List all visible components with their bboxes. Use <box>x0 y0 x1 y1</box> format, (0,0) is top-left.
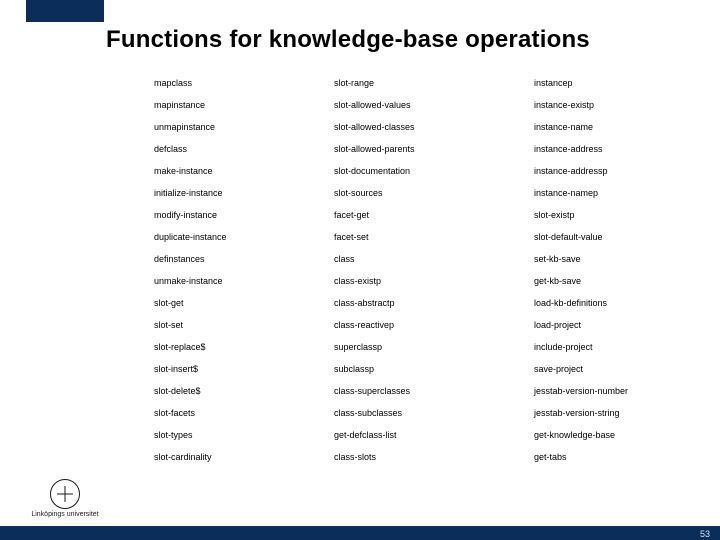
fn-cell: class-subclasses <box>334 402 534 424</box>
fn-cell: jesstab-version-string <box>534 402 694 424</box>
fn-cell: slot-sources <box>334 182 534 204</box>
fn-cell: definstances <box>154 248 334 270</box>
fn-cell: jesstab-version-number <box>534 380 694 402</box>
fn-cell: slot-replace$ <box>154 336 334 358</box>
fn-cell: class <box>334 248 534 270</box>
university-name: Linköpings universitet <box>31 511 98 518</box>
fn-cell: defclass <box>154 138 334 160</box>
fn-cell: facet-set <box>334 226 534 248</box>
fn-cell: slot-default-value <box>534 226 694 248</box>
fn-cell: instance-name <box>534 116 694 138</box>
fn-cell: slot-allowed-classes <box>334 116 534 138</box>
fn-cell: class-abstractp <box>334 292 534 314</box>
fn-cell: unmake-instance <box>154 270 334 292</box>
fn-cell: instance-namep <box>534 182 694 204</box>
fn-cell: slot-allowed-parents <box>334 138 534 160</box>
functions-col-2: slot-range slot-allowed-values slot-allo… <box>334 72 534 468</box>
fn-cell: get-tabs <box>534 446 694 468</box>
fn-cell: get-kb-save <box>534 270 694 292</box>
seal-icon <box>50 479 80 509</box>
fn-cell: slot-documentation <box>334 160 534 182</box>
fn-cell: include-project <box>534 336 694 358</box>
fn-cell: load-kb-definitions <box>534 292 694 314</box>
fn-cell: save-project <box>534 358 694 380</box>
fn-cell: mapclass <box>154 72 334 94</box>
fn-cell: slot-facets <box>154 402 334 424</box>
functions-col-1: mapclass mapinstance unmapinstance defcl… <box>154 72 334 468</box>
fn-cell: slot-get <box>154 292 334 314</box>
fn-cell: modify-instance <box>154 204 334 226</box>
fn-cell: slot-types <box>154 424 334 446</box>
fn-cell: instance-addressp <box>534 160 694 182</box>
slide-title: Functions for knowledge-base operations <box>106 26 590 54</box>
fn-cell: duplicate-instance <box>154 226 334 248</box>
fn-cell: get-knowledge-base <box>534 424 694 446</box>
fn-cell: instance-existp <box>534 94 694 116</box>
fn-cell: slot-delete$ <box>154 380 334 402</box>
fn-cell: set-kb-save <box>534 248 694 270</box>
slide: Functions for knowledge-base operations … <box>0 0 720 540</box>
fn-cell: class-reactivep <box>334 314 534 336</box>
fn-cell: slot-set <box>154 314 334 336</box>
fn-cell: slot-cardinality <box>154 446 334 468</box>
fn-cell: superclassp <box>334 336 534 358</box>
functions-col-3: instancep instance-existp instance-name … <box>534 72 694 468</box>
university-logo: Linköpings universitet <box>26 479 104 518</box>
fn-cell: class-slots <box>334 446 534 468</box>
fn-cell: slot-existp <box>534 204 694 226</box>
fn-cell: unmapinstance <box>154 116 334 138</box>
fn-cell: instance-address <box>534 138 694 160</box>
fn-cell: load-project <box>534 314 694 336</box>
bottom-bar: 53 <box>0 526 720 540</box>
fn-cell: facet-get <box>334 204 534 226</box>
footer-page-right: 53 <box>700 529 710 539</box>
fn-cell: mapinstance <box>154 94 334 116</box>
fn-cell: initialize-instance <box>154 182 334 204</box>
fn-cell: class-superclasses <box>334 380 534 402</box>
fn-cell: slot-allowed-values <box>334 94 534 116</box>
fn-cell: make-instance <box>154 160 334 182</box>
fn-cell: subclassp <box>334 358 534 380</box>
functions-table: mapclass mapinstance unmapinstance defcl… <box>154 72 694 468</box>
fn-cell: slot-range <box>334 72 534 94</box>
fn-cell: slot-insert$ <box>154 358 334 380</box>
fn-cell: get-defclass-list <box>334 424 534 446</box>
fn-cell: class-existp <box>334 270 534 292</box>
fn-cell: instancep <box>534 72 694 94</box>
top-accent-block <box>26 0 104 22</box>
